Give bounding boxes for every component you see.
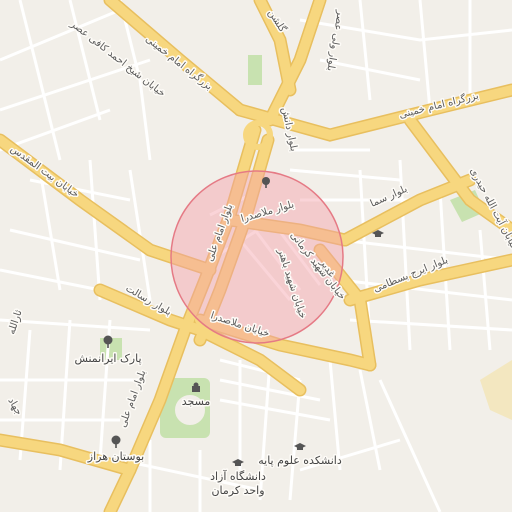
- map-canvas[interactable]: بزرگراه امام خمینی بزرگراه امام خمینی خی…: [0, 0, 512, 512]
- park-area: [248, 55, 262, 85]
- poi-label-faculty[interactable]: دانشکده علوم پایه: [257, 453, 344, 469]
- poi-label-mosque[interactable]: مسجد: [180, 394, 212, 410]
- map-view[interactable]: بزرگراه امام خمینی بزرگراه امام خمینی خی…: [0, 0, 512, 512]
- poi-label-azad-branch[interactable]: واحد کرمان: [210, 483, 266, 499]
- poi-label-bustan[interactable]: بوستان هراز: [85, 449, 145, 465]
- poi-label-park[interactable]: پارک ایرانمنش: [73, 351, 143, 367]
- poi-label-azad[interactable]: دانشگاه آزاد: [209, 468, 268, 485]
